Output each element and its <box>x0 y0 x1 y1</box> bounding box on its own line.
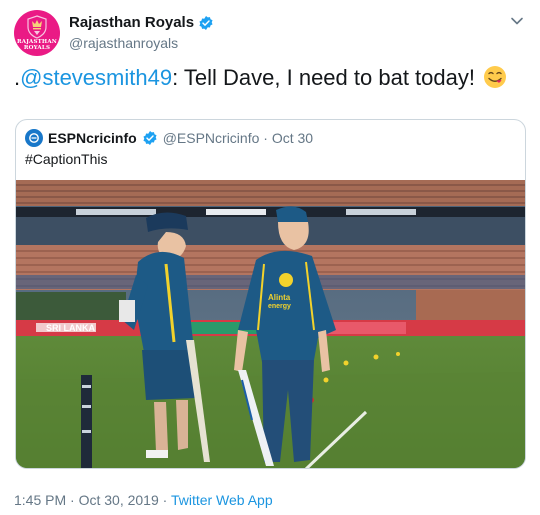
quoted-photo[interactable]: SRI LANKA Alinta energy <box>16 180 525 469</box>
source-link[interactable]: Twitter Web App <box>171 492 273 508</box>
chevron-down-icon[interactable] <box>510 14 524 28</box>
quoted-handle-date[interactable]: @ESPNcricinfo · Oct 30 <box>163 130 313 146</box>
svg-text:Alinta: Alinta <box>268 293 291 302</box>
svg-text:SRI LANKA: SRI LANKA <box>46 323 95 333</box>
avatar-text: RAJASTHAN ROYALS <box>16 39 58 51</box>
royals-crest-icon <box>27 15 47 39</box>
quoted-tweet-text[interactable]: #CaptionThis <box>25 151 108 167</box>
author-name-text: Rajasthan Royals <box>69 14 195 31</box>
svg-text:energy: energy <box>268 303 291 310</box>
quoted-tweet[interactable]: ESPNcricinfo @ESPNcricinfo · Oct 30 #Cap… <box>15 119 526 469</box>
verified-badge-icon <box>143 131 157 145</box>
tweet-time-date[interactable]: 1:45 PM · Oct 30, 2019 · <box>14 492 171 508</box>
verified-badge-icon <box>199 15 213 30</box>
face-savoring-food-icon <box>483 66 506 88</box>
author-avatar[interactable]: RAJASTHAN ROYALS <box>14 10 60 56</box>
author-display-name[interactable]: Rajasthan Royals <box>69 14 214 31</box>
mention-link[interactable]: @stevesmith49 <box>20 65 172 90</box>
espncricinfo-logo-icon[interactable] <box>25 129 43 147</box>
tweet-text: .@stevesmith49: Tell Dave, I need to bat… <box>14 63 507 93</box>
author-handle[interactable]: @rajasthanroyals <box>69 35 178 51</box>
quoted-display-name[interactable]: ESPNcricinfo <box>48 130 137 146</box>
tweet-card: RAJASTHAN ROYALS Rajasthan Royals @rajas… <box>0 0 540 515</box>
timestamp-line: 1:45 PM · Oct 30, 2019 · Twitter Web App <box>14 492 273 508</box>
tweet-body: : Tell Dave, I need to bat today! <box>172 65 475 90</box>
quoted-tweet-header: ESPNcricinfo @ESPNcricinfo · Oct 30 <box>25 129 313 147</box>
